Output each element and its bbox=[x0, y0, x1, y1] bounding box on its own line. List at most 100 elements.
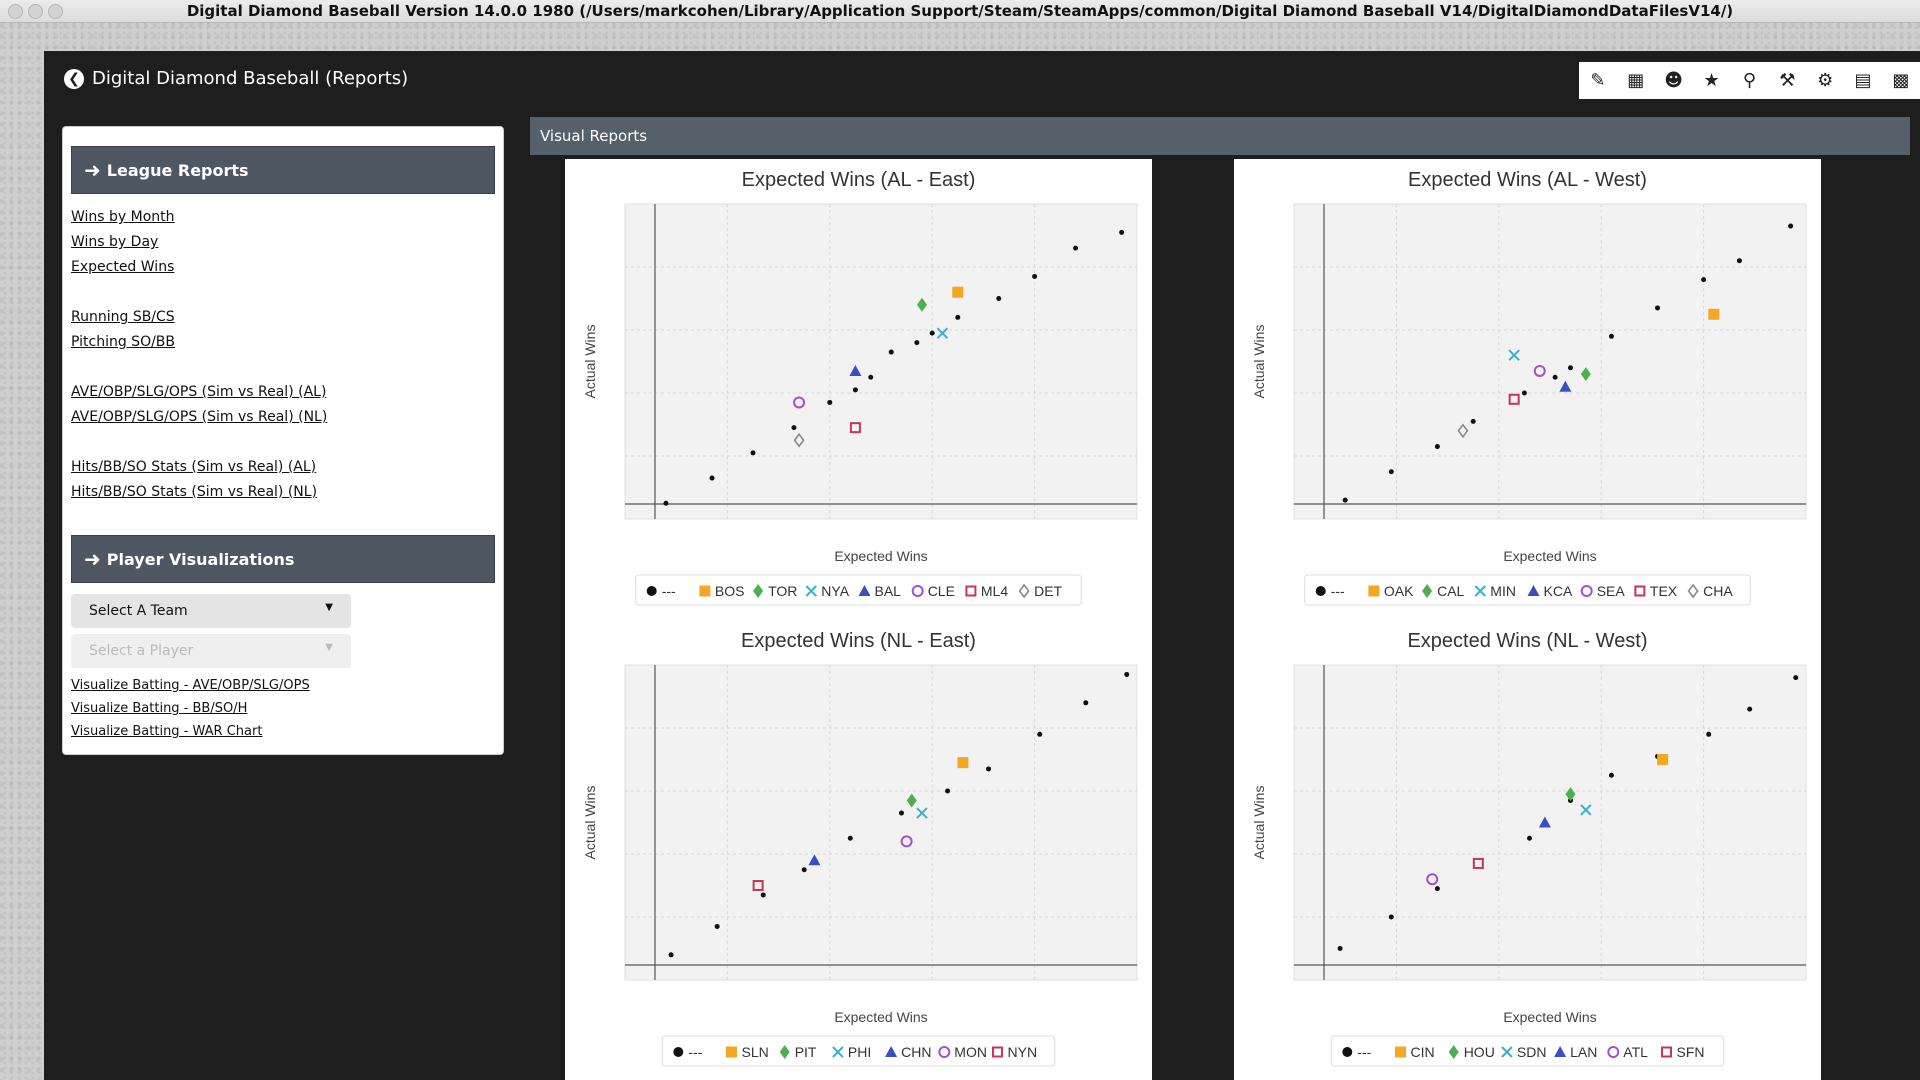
al-east-scatter-plot: Expected Wins (AL - East) Expected Wins Ac… bbox=[582, 169, 1138, 606]
gear-icon[interactable]: ⚙ bbox=[1811, 67, 1839, 95]
legend-label: MON bbox=[954, 1044, 987, 1060]
reference-point bbox=[1119, 229, 1125, 235]
legend-marker bbox=[646, 586, 657, 596]
close-window-button[interactable] bbox=[8, 4, 23, 19]
link-visualize-bb-so-h[interactable]: Visualize Batting - BB/SO/H bbox=[71, 701, 247, 716]
nl-west-scatter-plot: Expected Wins (NL - West) Expected Wins Ac… bbox=[1251, 630, 1807, 1067]
reference-point bbox=[1521, 390, 1527, 396]
link-hits-bb-so-al[interactable]: Hits/BB/SO Stats (Sim vs Real) (AL) bbox=[71, 459, 316, 475]
reference-point bbox=[955, 314, 961, 320]
link-ave-obp-al[interactable]: AVE/OBP/SLG/OPS (Sim vs Real) (AL) bbox=[71, 384, 326, 400]
reference-point bbox=[1342, 497, 1348, 503]
clipboard-icon[interactable]: ▤ bbox=[1849, 67, 1877, 95]
chart-title: Expected Wins (NL - West) bbox=[1407, 630, 1647, 652]
legend-marker bbox=[1315, 586, 1326, 596]
point-bos bbox=[952, 286, 964, 298]
legend-label: BAL bbox=[875, 583, 902, 599]
app-title: Digital Diamond Baseball (Reports) bbox=[92, 68, 409, 89]
caret-down-icon: ▼ bbox=[325, 642, 333, 653]
minimize-window-button[interactable] bbox=[28, 4, 43, 19]
legend-label: PHI bbox=[848, 1044, 871, 1060]
back-icon[interactable]: ❮ bbox=[64, 69, 84, 89]
legend-marker bbox=[1368, 585, 1380, 597]
point-sln bbox=[957, 757, 969, 769]
hammer-icon[interactable]: ⚒ bbox=[1773, 67, 1801, 95]
legend-label: BOS bbox=[715, 583, 745, 599]
toolbar: ✎ ▦ ☻ ★ ⚲ ⚒ ⚙ ▤ ▩ bbox=[1579, 62, 1920, 99]
legend-label: ML4 bbox=[981, 583, 1008, 599]
arrow-right-icon: ➜ bbox=[84, 158, 101, 182]
reference-point bbox=[1793, 675, 1799, 681]
zoom-window-button[interactable] bbox=[48, 4, 63, 19]
search-icon[interactable]: ⚲ bbox=[1735, 67, 1763, 95]
people-icon[interactable]: ☻ bbox=[1660, 67, 1688, 95]
visual-reports-header: Visual Reports bbox=[530, 117, 1910, 155]
legend-label: SEA bbox=[1597, 583, 1626, 599]
link-visualize-war[interactable]: Visualize Batting - WAR Chart bbox=[71, 724, 262, 739]
league-reports-header[interactable]: ➜ League Reports bbox=[71, 146, 495, 194]
legend-label: --- bbox=[1331, 583, 1345, 599]
window-title: Digital Diamond Baseball Version 14.0.0 … bbox=[186, 2, 1734, 20]
link-wins-by-day[interactable]: Wins by Day bbox=[71, 234, 158, 250]
y-axis-label: Actual Wins bbox=[582, 786, 598, 860]
reference-point bbox=[868, 374, 874, 380]
legend-label: SFN bbox=[1677, 1044, 1705, 1060]
arrow-right-icon: ➜ bbox=[84, 547, 101, 571]
grid-icon[interactable]: ▦ bbox=[1622, 67, 1650, 95]
reference-point bbox=[945, 788, 951, 794]
chart-al-west: Expected Wins (AL - West) Expected Wins Ac… bbox=[1234, 159, 1821, 620]
link-ave-obp-nl[interactable]: AVE/OBP/SLG/OPS (Sim vs Real) (NL) bbox=[71, 409, 327, 425]
reference-point bbox=[914, 340, 920, 346]
reference-point bbox=[1608, 772, 1614, 778]
legend-label: NYA bbox=[821, 583, 849, 599]
reference-point bbox=[1788, 223, 1794, 229]
link-hits-bb-so-nl[interactable]: Hits/BB/SO Stats (Sim vs Real) (NL) bbox=[71, 484, 317, 500]
reference-point bbox=[1608, 333, 1614, 339]
link-pitching-so-bb[interactable]: Pitching SO/BB bbox=[71, 334, 175, 350]
legend-label: CIN bbox=[1411, 1044, 1435, 1060]
chart-title: Expected Wins (AL - West) bbox=[1408, 169, 1647, 191]
link-running-sb-cs[interactable]: Running SB/CS bbox=[71, 309, 175, 325]
legend-label: DET bbox=[1034, 583, 1062, 599]
legend-label: HOU bbox=[1464, 1044, 1495, 1060]
y-axis-label: Actual Wins bbox=[1251, 786, 1267, 860]
app-header: ❮ Digital Diamond Baseball (Reports) ✎ ▦… bbox=[44, 51, 1920, 106]
link-expected-wins[interactable]: Expected Wins bbox=[71, 259, 174, 275]
reference-point bbox=[852, 387, 858, 393]
trophy-icon[interactable]: ★ bbox=[1698, 67, 1726, 95]
plot-area bbox=[624, 203, 1138, 520]
pencil-icon[interactable]: ✎ bbox=[1584, 67, 1612, 95]
reference-point bbox=[996, 296, 1002, 301]
plot-area bbox=[1293, 664, 1807, 981]
legend-label: NYN bbox=[1008, 1044, 1038, 1060]
player-select[interactable]: Select a Player ▼ bbox=[71, 634, 351, 668]
reference-point bbox=[668, 952, 674, 958]
x-axis-label: Expected Wins bbox=[1503, 548, 1596, 564]
legend-label: --- bbox=[662, 583, 676, 599]
link-visualize-ave-obp[interactable]: Visualize Batting - AVE/OBP/SLG/OPS bbox=[71, 678, 310, 693]
legend-label: TOR bbox=[768, 583, 797, 599]
link-wins-by-month[interactable]: Wins by Month bbox=[71, 209, 175, 225]
chart-al-east: Expected Wins (AL - East) Expected Wins Ac… bbox=[565, 159, 1152, 620]
reference-point bbox=[888, 349, 894, 355]
team-select[interactable]: Select A Team ▼ bbox=[71, 594, 351, 628]
reference-point bbox=[847, 835, 853, 841]
reference-point bbox=[986, 766, 992, 772]
reference-point bbox=[801, 867, 807, 873]
legend-marker bbox=[699, 585, 711, 597]
reference-point bbox=[1434, 444, 1440, 450]
player-visualizations-header[interactable]: ➜ Player Visualizations bbox=[71, 535, 495, 583]
reference-point bbox=[1701, 277, 1707, 283]
reference-point bbox=[1470, 418, 1476, 424]
reference-point bbox=[1073, 245, 1079, 251]
nl-east-scatter-plot: Expected Wins (NL - East) Expected Wins Ac… bbox=[582, 630, 1138, 1067]
folder-icon[interactable]: ▩ bbox=[1887, 67, 1915, 95]
reference-point bbox=[1083, 700, 1089, 706]
reference-point bbox=[1124, 671, 1130, 677]
chart-title: Expected Wins (AL - East) bbox=[742, 169, 976, 191]
reference-point bbox=[709, 475, 715, 481]
al-west-scatter-plot: Expected Wins (AL - West) Expected Wins Ac… bbox=[1251, 169, 1807, 606]
point-oak bbox=[1708, 308, 1720, 320]
reference-point bbox=[1747, 706, 1753, 712]
chart-nl-west: Expected Wins (NL - West) Expected Wins Ac… bbox=[1234, 620, 1821, 1080]
